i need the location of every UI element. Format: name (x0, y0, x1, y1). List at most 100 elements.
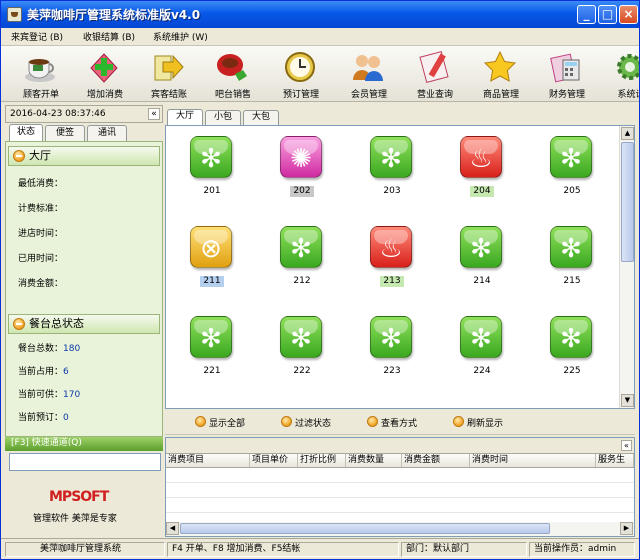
tool-system-settings[interactable]: 系统设 (599, 48, 639, 100)
scroll-thumb[interactable] (180, 523, 550, 534)
room-status-icon: ✻ (370, 136, 412, 178)
tool-finance[interactable]: 财务管理 (535, 48, 599, 100)
room-actions: 显示全部 过滤状态 查看方式 刷新显示 (165, 411, 635, 435)
room-status-icon: ✻ (550, 226, 592, 268)
collapse-left-icon[interactable]: « (148, 108, 160, 120)
room-status-icon: ♨ (370, 226, 412, 268)
scroll-up-icon[interactable]: ▲ (621, 127, 634, 140)
col-item[interactable]: 消费项目 (166, 454, 250, 467)
tool-business-query[interactable]: 营业查询 (403, 48, 467, 100)
tool-products[interactable]: 商品管理 (469, 48, 533, 100)
tool-checkout[interactable]: 宾客结账 (137, 48, 201, 100)
collapse-detail-icon[interactable]: « (621, 440, 632, 451)
tool-label: 财务管理 (548, 90, 585, 100)
room-222[interactable]: ✻ 222 (270, 310, 326, 382)
room-status-icon: ✻ (190, 136, 232, 178)
tab-small-room[interactable]: 小包 (205, 110, 241, 125)
free-icon: ✻ (560, 324, 582, 354)
table-status-section-header[interactable]: 餐台总状态 (8, 314, 160, 334)
room-203[interactable]: ✻ 203 (360, 130, 416, 202)
col-quantity[interactable]: 消费数量 (346, 454, 402, 467)
room-number: 222 (293, 366, 311, 376)
tool-booking[interactable]: 预订管理 (269, 48, 333, 100)
tool-label: 吧台销售 (214, 90, 251, 100)
room-201[interactable]: ✻ 201 (180, 130, 236, 202)
maximize-button[interactable]: □ (598, 5, 617, 24)
tab-hall[interactable]: 大厅 (167, 109, 203, 125)
room-221[interactable]: ✻ 221 (180, 310, 236, 382)
room-205[interactable]: ✻ 205 (540, 130, 596, 202)
tool-label: 预订管理 (282, 90, 319, 100)
room-number: 214 (473, 276, 491, 286)
tool-open-order[interactable]: 顾客开单 (9, 48, 73, 100)
tool-label: 会员管理 (350, 90, 387, 100)
free-icon: ✻ (290, 234, 312, 264)
tool-bar-sales[interactable]: 吧台销售 (201, 48, 265, 100)
field-total-tables: 餐台总数：180 (18, 344, 81, 354)
menu-cashier[interactable]: 收银结算 (B) (83, 30, 135, 43)
tab-messaging[interactable]: 通讯 (87, 125, 127, 141)
room-number: 221 (203, 366, 221, 376)
quick-channel-title: [F3] 快速通道(Q) (5, 437, 163, 451)
room-213[interactable]: ♨ 213 (360, 220, 416, 292)
refresh-button[interactable]: 刷新显示 (453, 416, 503, 429)
room-215[interactable]: ✻ 215 (540, 220, 596, 292)
tool-members[interactable]: 会员管理 (337, 48, 401, 100)
tool-label: 宾客结账 (150, 90, 187, 100)
col-unit-price[interactable]: 项目单价 (250, 454, 298, 467)
room-223[interactable]: ✻ 223 (360, 310, 416, 382)
room-225[interactable]: ✻ 225 (540, 310, 596, 382)
detail-horizontal-scrollbar[interactable]: ◀ ▶ (166, 522, 634, 536)
detail-header-bar: « (166, 438, 634, 454)
col-time[interactable]: 消费时间 (470, 454, 596, 467)
room-214[interactable]: ✻ 214 (450, 220, 506, 292)
star-icon (483, 50, 517, 82)
col-amount[interactable]: 消费金额 (402, 454, 470, 467)
scroll-right-icon[interactable]: ▶ (620, 522, 633, 535)
room-212[interactable]: ✻ 212 (270, 220, 326, 292)
menu-system[interactable]: 系统维护 (W) (153, 30, 208, 43)
free-icon: ✻ (380, 324, 402, 354)
vertical-scrollbar[interactable]: ▲ ▼ (619, 126, 634, 408)
scroll-thumb[interactable] (621, 142, 634, 262)
col-discount[interactable]: 打折比例 (298, 454, 346, 467)
title-bar[interactable]: 美萍咖啡厅管理系统标准版v4.0 _ □ × (1, 1, 639, 28)
refresh-icon (453, 416, 464, 427)
occupied-icon: ♨ (379, 234, 403, 264)
room-202[interactable]: ✺ 202 (270, 130, 326, 202)
checkout-arrow-icon (154, 54, 184, 81)
room-224[interactable]: ✻ 224 (450, 310, 506, 382)
tab-large-room[interactable]: 大包 (243, 110, 279, 125)
tool-label: 增加消费 (86, 90, 123, 100)
tool-add-consumption[interactable]: 增加消费 (73, 48, 137, 100)
collapse-section-icon (13, 150, 25, 162)
tab-status[interactable]: 状态 (9, 124, 43, 141)
room-status-icon: ✻ (280, 226, 322, 268)
quick-channel-input[interactable] (9, 453, 161, 471)
room-status-icon: ✻ (370, 316, 412, 358)
col-waiter[interactable]: 服务生 (596, 454, 634, 467)
tool-label: 商品管理 (482, 90, 519, 100)
free-icon: ✻ (470, 234, 492, 264)
close-button[interactable]: × (619, 5, 638, 24)
tab-notes[interactable]: 便签 (45, 125, 85, 141)
scroll-left-icon[interactable]: ◀ (166, 522, 179, 535)
filter-status-button[interactable]: 过滤状态 (281, 416, 331, 429)
room-number: 203 (383, 186, 401, 196)
coffee-cup-icon (25, 59, 55, 82)
add-consumption-icon (90, 53, 118, 83)
hall-section-title: 大厅 (29, 149, 51, 162)
gear-icon (617, 54, 639, 80)
minimize-button[interactable]: _ (577, 5, 596, 24)
left-panel: 2016-04-23 08:37:46 « 状态 便签 通讯 大厅 最低消费： … (5, 105, 163, 537)
menu-guest-register[interactable]: 来宾登记 (B) (11, 30, 63, 43)
room-area: 大厅 小包 大包 ✻ 201 ✺ 202 ✻ 203 ♨ 204 ✻ 205 ⊗ 211 ✻ 212 ♨ 21… (165, 105, 635, 537)
room-number: 211 (200, 276, 224, 287)
view-mode-button[interactable]: 查看方式 (367, 416, 417, 429)
clock-icon (285, 52, 315, 82)
show-all-button[interactable]: 显示全部 (195, 416, 245, 429)
room-204[interactable]: ♨ 204 (450, 130, 506, 202)
hall-section-header[interactable]: 大厅 (8, 146, 160, 166)
room-211[interactable]: ⊗ 211 (180, 220, 236, 292)
scroll-down-icon[interactable]: ▼ (621, 394, 634, 407)
